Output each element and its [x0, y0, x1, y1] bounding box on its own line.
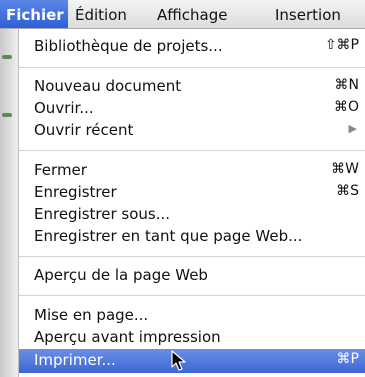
background-window-edge	[0, 29, 18, 377]
menu-item-label: Bibliothèque de projets...	[34, 37, 223, 55]
menu-item-label: Fermer	[34, 161, 87, 179]
menu-affichage[interactable]: Affichage	[157, 0, 227, 28]
menu-bar: Fichier Édition Affichage Insertion	[0, 0, 365, 29]
menu-item-label: Mise en page...	[34, 306, 149, 324]
menu-item-shortcut: ⇧⌘P	[324, 37, 359, 53]
menu-item-enregistrer[interactable]: Enregistrer ⌘S	[19, 181, 365, 205]
menu-item-ouvrir[interactable]: Ouvrir... ⌘O	[19, 97, 365, 121]
menu-separator	[19, 67, 365, 68]
menu-item-label: Enregistrer en tant que page Web...	[34, 227, 303, 245]
menu-item-label: Enregistrer sous...	[34, 205, 171, 223]
menu-insertion[interactable]: Insertion	[275, 0, 341, 28]
menu-item-label: Aperçu de la page Web	[34, 266, 208, 284]
menu-item-label: Aperçu avant impression	[34, 328, 221, 346]
menu-item-shortcut: ⌘S	[336, 183, 359, 199]
menu-item-shortcut: ⌘W	[331, 161, 359, 177]
menu-item-shortcut: ⌘P	[336, 351, 359, 367]
menu-item-label: Nouveau document	[34, 77, 182, 95]
menu-item-apercu-page-web[interactable]: Aperçu de la page Web	[19, 264, 365, 288]
fichier-dropdown-menu: Bibliothèque de projets... ⇧⌘P Nouveau d…	[18, 29, 365, 377]
menu-edition[interactable]: Édition	[75, 0, 127, 28]
screen: Fichier Édition Affichage Insertion Bibl…	[0, 0, 365, 377]
submenu-arrow-icon: ▶	[348, 122, 357, 135]
menu-item-apercu-impression[interactable]: Aperçu avant impression	[19, 326, 365, 350]
menu-separator	[19, 295, 365, 296]
menu-item-enregistrer-sous[interactable]: Enregistrer sous...	[19, 203, 365, 227]
menu-item-enregistrer-page-web[interactable]: Enregistrer en tant que page Web...	[19, 225, 365, 249]
menu-item-imprimer[interactable]: Imprimer... ⌘P	[19, 349, 365, 373]
menu-item-shortcut: ⌘N	[334, 77, 359, 93]
menu-item-label: Imprimer...	[34, 351, 116, 369]
menu-item-mise-en-page[interactable]: Mise en page...	[19, 304, 365, 328]
background-toolbar-mark	[2, 55, 12, 59]
menu-item-label: Ouvrir...	[34, 99, 94, 117]
menu-item-shortcut: ⌘O	[333, 99, 359, 115]
menu-separator	[19, 150, 365, 151]
menu-item-ouvrir-recent[interactable]: Ouvrir récent ▶	[19, 119, 365, 143]
mouse-pointer-icon	[171, 350, 186, 371]
background-toolbar-mark	[2, 113, 12, 117]
menu-item-bibliotheque[interactable]: Bibliothèque de projets... ⇧⌘P	[19, 35, 365, 59]
menu-item-nouveau-document[interactable]: Nouveau document ⌘N	[19, 75, 365, 99]
menu-item-label: Ouvrir récent	[34, 121, 134, 139]
menu-separator	[19, 256, 365, 257]
menu-fichier[interactable]: Fichier	[0, 0, 68, 28]
menu-item-fermer[interactable]: Fermer ⌘W	[19, 159, 365, 183]
menu-item-label: Enregistrer	[34, 183, 117, 201]
